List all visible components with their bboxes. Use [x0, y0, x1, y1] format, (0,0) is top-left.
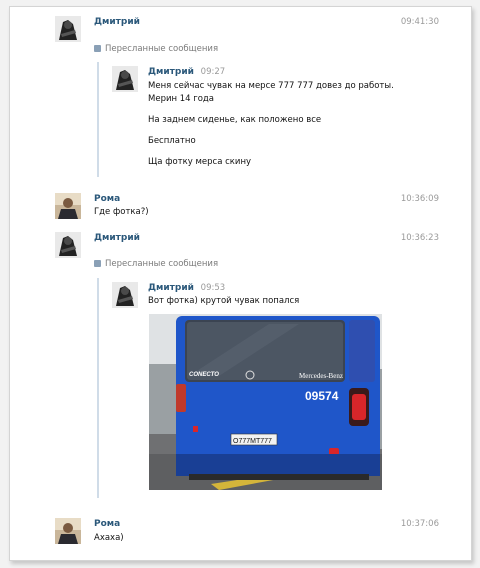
sender-name[interactable]: Дмитрий — [148, 67, 194, 77]
message-time: 10:36:23 — [400, 233, 439, 243]
avatar[interactable] — [112, 66, 138, 92]
message-text: Вот фотка) крутой чувак попался — [148, 296, 300, 306]
attached-photo[interactable]: CONECTO Mercedes-Benz 09574 О777МТ777 — [149, 314, 382, 490]
bus-brand-left: CONECTO — [189, 372, 219, 378]
bus-photo: CONECTO Mercedes-Benz 09574 О777МТ777 — [149, 314, 382, 490]
avatar-image — [55, 193, 81, 219]
message-text: Где фотка?) — [94, 207, 149, 217]
sender-name[interactable]: Дмитрий — [148, 283, 194, 293]
message-time: 09:27 — [200, 67, 226, 77]
avatar-image — [112, 66, 138, 92]
message-text: Мерин 14 года — [148, 94, 215, 104]
bus-plate: О777МТ777 — [233, 438, 272, 445]
avatar-image — [55, 232, 81, 258]
bus-brand-right: Mercedes-Benz — [299, 372, 343, 380]
forward-header: Дмитрий 09:53 — [148, 283, 225, 293]
avatar-image — [55, 518, 81, 544]
message-time: 10:37:06 — [400, 519, 439, 529]
avatar-image — [55, 16, 81, 42]
message-time: 10:36:09 — [400, 194, 439, 204]
message-text: Меня сейчас чувак на мерсе 777 777 довез… — [148, 81, 394, 91]
forward-icon — [94, 45, 101, 52]
avatar-image — [112, 282, 138, 308]
avatar[interactable] — [55, 16, 81, 42]
message-history: Дмитрий 09:41:30 Пересланные сообщения Д… — [9, 6, 472, 561]
message-time: 09:53 — [200, 283, 226, 293]
sender-name[interactable]: Дмитрий — [94, 17, 140, 27]
sender-name[interactable]: Рома — [94, 519, 120, 529]
forward-bar — [97, 62, 99, 177]
message-text: На заднем сиденье, как положено все — [148, 115, 322, 125]
forwarded-label: Пересланные сообщения — [94, 44, 218, 54]
avatar[interactable] — [55, 193, 81, 219]
forward-bar — [97, 278, 99, 498]
avatar[interactable] — [55, 232, 81, 258]
message-time: 09:41:30 — [400, 17, 439, 27]
sender-name[interactable]: Рома — [94, 194, 120, 204]
sender-name[interactable]: Дмитрий — [94, 233, 140, 243]
forwarded-label: Пересланные сообщения — [94, 259, 218, 269]
avatar[interactable] — [55, 518, 81, 544]
bus-route-number: 09574 — [305, 389, 339, 403]
message-text: Ахаха) — [94, 533, 124, 543]
message-text: Ща фотку мерса скину — [148, 157, 252, 167]
avatar[interactable] — [112, 282, 138, 308]
forward-header: Дмитрий 09:27 — [148, 67, 225, 77]
message-text: Бесплатно — [148, 136, 196, 146]
forward-icon — [94, 260, 101, 267]
